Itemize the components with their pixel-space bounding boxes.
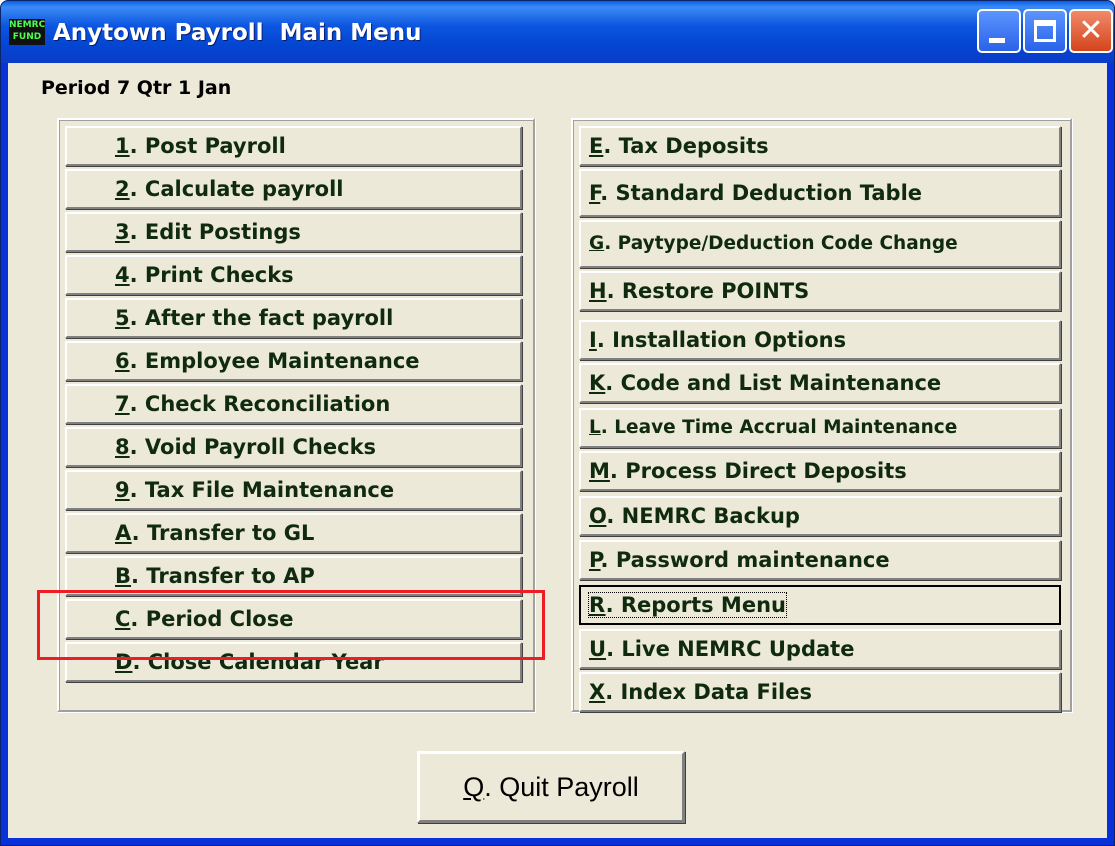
menu-button-code-and-list-maintenance[interactable]: K. Code and List Maintenance — [579, 363, 1061, 403]
hotkey: U — [589, 637, 607, 661]
menu-label: . Index Data Files — [605, 680, 812, 704]
hotkey: A — [115, 521, 132, 545]
quit-label: . Quit Payroll — [484, 772, 639, 802]
menu-button-print-checks[interactable]: 4. Print Checks — [65, 255, 522, 295]
menu-button-transfer-to-gl[interactable]: A. Transfer to GL — [65, 513, 522, 553]
hotkey: 5 — [115, 306, 130, 330]
focus-ring: R. Reports Menu — [588, 592, 787, 618]
minimize-button[interactable] — [977, 9, 1021, 53]
menu-label: . Void Payroll Checks — [129, 435, 377, 459]
hotkey: 8 — [115, 435, 130, 459]
menu-button-index-data-files[interactable]: X. Index Data Files — [579, 672, 1061, 712]
menu-button-void-payroll-checks[interactable]: 8. Void Payroll Checks — [65, 427, 522, 467]
menu-label: . Transfer to AP — [131, 564, 315, 588]
hotkey: L — [589, 417, 601, 438]
menu-button-check-reconciliation[interactable]: 7. Check Reconciliation — [65, 384, 522, 424]
menu-label: . Process Direct Deposits — [609, 459, 907, 483]
menu-label: . Calculate payroll — [129, 177, 344, 201]
period-close-highlight-box — [37, 590, 545, 660]
menu-button-employee-maintenance[interactable]: 6. Employee Maintenance — [65, 341, 522, 381]
menu-label: . NEMRC Backup — [606, 504, 800, 528]
hotkey: X — [589, 680, 606, 704]
hotkey: 4 — [115, 263, 130, 287]
menu-label: . Edit Postings — [129, 220, 301, 244]
hotkey: B — [115, 564, 132, 588]
nemrc-fund-app-icon: NEMRC FUND — [9, 19, 45, 45]
menu-label: . Paytype/Deduction Code Change — [604, 233, 958, 254]
hotkey: G — [589, 233, 605, 254]
hotkey: I — [589, 328, 597, 352]
quit-payroll-button[interactable]: Q. Quit Payroll — [417, 751, 685, 823]
menu-label: . Restore POINTS — [606, 279, 810, 303]
hotkey: O — [589, 504, 607, 528]
menu-button-paytype-deduction-code-change[interactable]: G. Paytype/Deduction Code Change — [579, 220, 1061, 268]
hotkey: E — [589, 134, 604, 158]
hotkey: K — [589, 371, 606, 395]
hotkey: 3 — [115, 220, 130, 244]
hotkey: P — [589, 548, 601, 572]
hotkey: 6 — [115, 349, 130, 373]
menu-label: . Employee Maintenance — [129, 349, 420, 373]
menu-label: . Password maintenance — [600, 548, 890, 572]
hotkey: 1 — [115, 134, 130, 158]
hotkey: M — [589, 459, 610, 483]
menu-button-post-payroll[interactable]: 1. Post Payroll — [65, 126, 522, 166]
hotkey: F — [589, 181, 601, 205]
maximize-button[interactable] — [1023, 9, 1067, 53]
menu-label: . Reports Menu — [605, 593, 786, 617]
menu-button-tax-deposits[interactable]: E. Tax Deposits — [579, 126, 1061, 166]
close-button[interactable]: ✕ — [1069, 9, 1113, 53]
maximize-icon — [1034, 20, 1056, 42]
hotkey: 9 — [115, 478, 130, 502]
menu-button-process-direct-deposits[interactable]: M. Process Direct Deposits — [579, 451, 1061, 491]
hotkey: 2 — [115, 177, 130, 201]
menu-button-reports-menu[interactable]: R. Reports Menu — [579, 585, 1061, 625]
app-window: NEMRC FUND Anytown Payroll Main Menu ✕ P… — [0, 0, 1115, 846]
close-icon: ✕ — [1078, 13, 1104, 48]
menu-label: . Installation Options — [596, 328, 847, 352]
menu-button-password-maintenance[interactable]: P. Password maintenance — [579, 540, 1061, 580]
hotkey: Q — [463, 772, 485, 802]
menu-button-restore-points[interactable]: H. Restore POINTS — [579, 271, 1061, 311]
menu-button-tax-file-maintenance[interactable]: 9. Tax File Maintenance — [65, 470, 522, 510]
menu-label: . Live NEMRC Update — [606, 637, 855, 661]
menu-button-nemrc-backup[interactable]: O. NEMRC Backup — [579, 496, 1061, 536]
menu-label: . Tax File Maintenance — [129, 478, 395, 502]
menu-label: . Tax Deposits — [603, 134, 769, 158]
menu-label: . Check Reconciliation — [129, 392, 391, 416]
menu-label: . Transfer to GL — [131, 521, 315, 545]
menu-label: . Post Payroll — [129, 134, 286, 158]
menu-button-standard-deduction-table[interactable]: F. Standard Deduction Table — [579, 169, 1061, 217]
menu-label: . Standard Deduction Table — [600, 181, 923, 205]
menu-label: . Print Checks — [129, 263, 294, 287]
menu-button-calculate-payroll[interactable]: 2. Calculate payroll — [65, 169, 522, 209]
menu-label: . After the fact payroll — [129, 306, 394, 330]
menu-label: . Code and List Maintenance — [605, 371, 942, 395]
hotkey: H — [589, 279, 607, 303]
right-menu-panel: E. Tax Deposits F. Standard Deduction Ta… — [571, 118, 1072, 712]
title-bar[interactable]: NEMRC FUND Anytown Payroll Main Menu ✕ — [1, 1, 1114, 63]
period-label: Period 7 Qtr 1 Jan — [41, 77, 232, 99]
window-title: Anytown Payroll Main Menu — [53, 20, 422, 46]
minimize-icon — [989, 38, 1005, 43]
menu-button-installation-options[interactable]: I. Installation Options — [579, 320, 1061, 360]
menu-button-edit-postings[interactable]: 3. Edit Postings — [65, 212, 522, 252]
hotkey: 7 — [115, 392, 130, 416]
menu-label: . Leave Time Accrual Maintenance — [600, 417, 958, 438]
hotkey: R — [589, 593, 606, 617]
menu-button-live-nemrc-update[interactable]: U. Live NEMRC Update — [579, 629, 1061, 669]
menu-button-leave-time-accrual-maintenance[interactable]: L. Leave Time Accrual Maintenance — [579, 408, 1061, 448]
menu-button-after-the-fact-payroll[interactable]: 5. After the fact payroll — [65, 298, 522, 338]
